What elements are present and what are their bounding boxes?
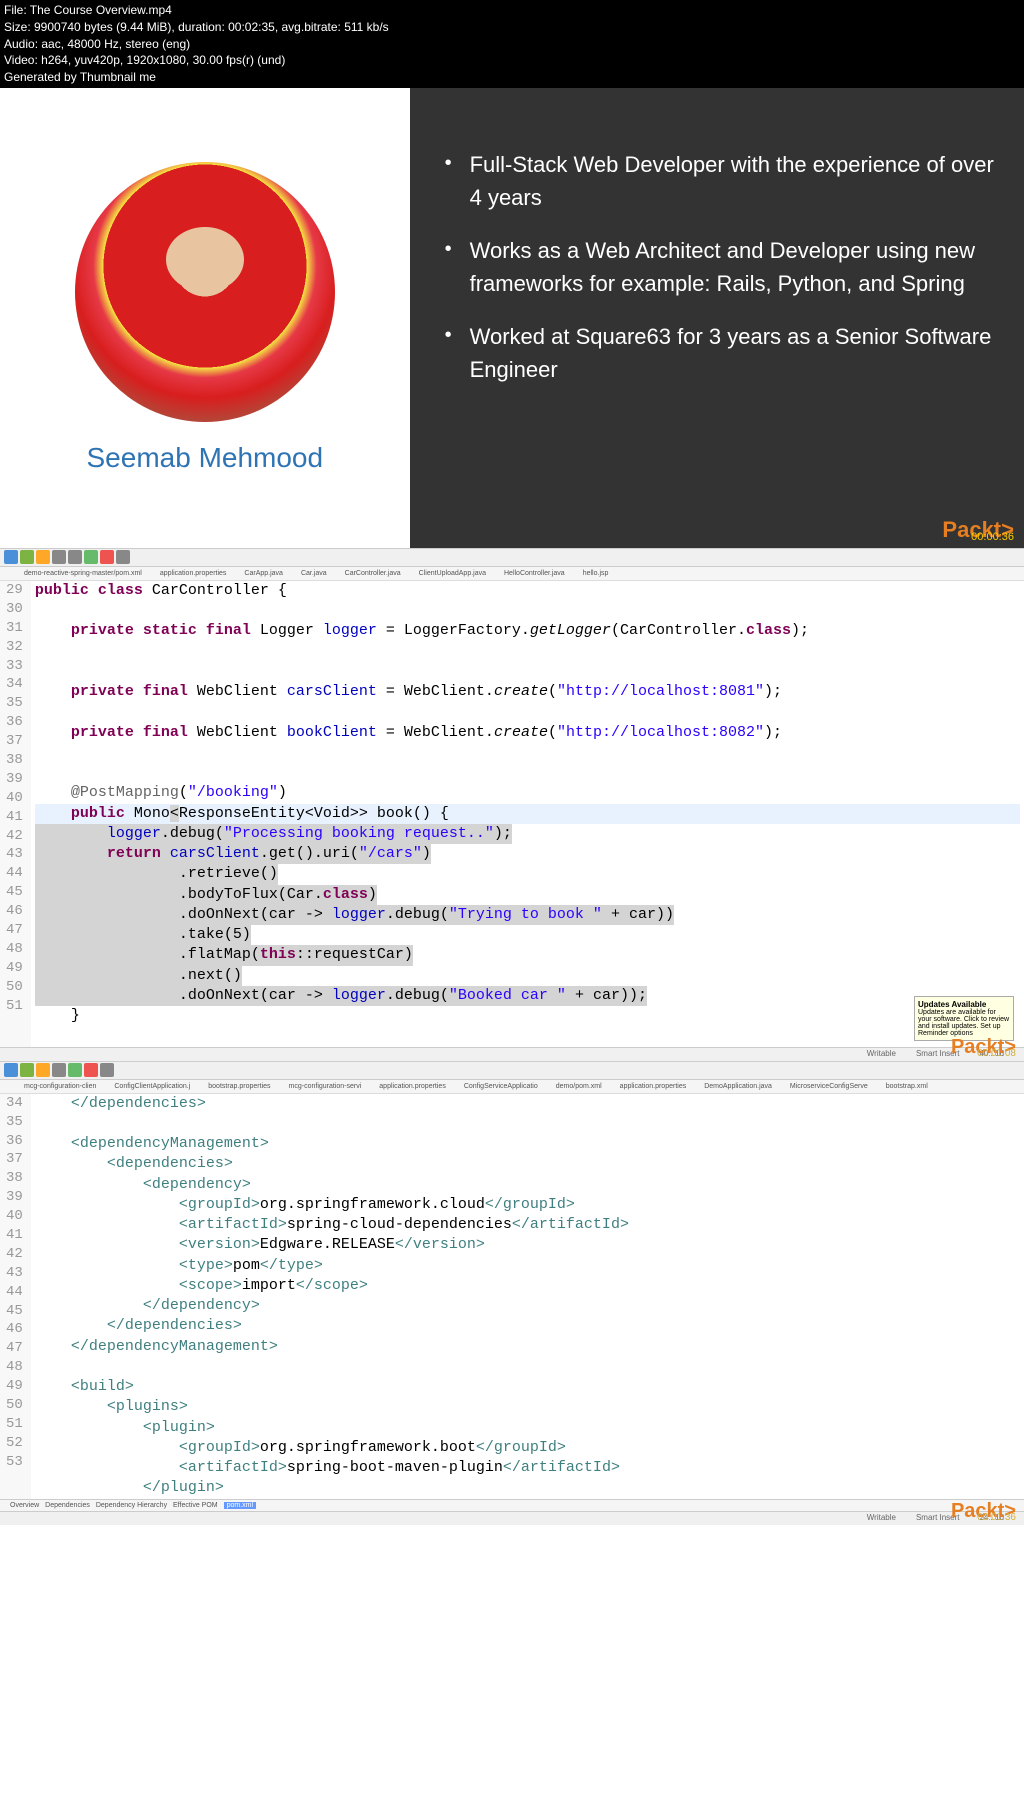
- editor-tab[interactable]: ConfigClientApplication.j: [110, 1082, 194, 1091]
- video-metadata-header: File: The Course Overview.mp4 Size: 9900…: [0, 0, 1024, 88]
- video-line: Video: h264, yuv420p, 1920x1080, 30.00 f…: [4, 52, 1020, 69]
- editor-tab[interactable]: ClientUploadApp.java: [415, 569, 490, 578]
- editor-tab[interactable]: CarController.java: [341, 569, 405, 578]
- bullet-item: Full-Stack Web Developer with the experi…: [440, 148, 994, 214]
- pom-editor-tabs[interactable]: Overview Dependencies Dependency Hierarc…: [0, 1499, 1024, 1511]
- editor-tabs[interactable]: demo-reactive-spring-master/pom.xml appli…: [0, 567, 1024, 581]
- editor-tab[interactable]: hello.jsp: [579, 569, 613, 578]
- toolbar-icon[interactable]: [36, 550, 50, 564]
- presenter-bullets: Full-Stack Web Developer with the experi…: [440, 148, 994, 386]
- editor-tab[interactable]: CarApp.java: [240, 569, 287, 578]
- toolbar-icon[interactable]: [52, 550, 66, 564]
- code-editor[interactable]: 29 30 31 32 33 34 35 36 37 38 39 40 41 4…: [0, 581, 1024, 1047]
- toolbar-icon[interactable]: [84, 1063, 98, 1077]
- status-writable: Writable: [867, 1049, 896, 1060]
- toolbar-icon[interactable]: [100, 550, 114, 564]
- ide-screenshot-1: demo-reactive-spring-master/pom.xml appli…: [0, 548, 1024, 1061]
- editor-tab[interactable]: application.properties: [616, 1082, 691, 1091]
- line-gutter: 29 30 31 32 33 34 35 36 37 38 39 40 41 4…: [0, 581, 31, 1047]
- editor-tab[interactable]: DemoApplication.java: [700, 1082, 776, 1091]
- editor-tab[interactable]: mcg-configuration-servi: [285, 1082, 366, 1091]
- popup-body: Updates are available for your software.…: [918, 1009, 1010, 1037]
- ide-statusbar: Writable Smart Insert 40 : 16: [0, 1047, 1024, 1061]
- toolbar-icon[interactable]: [20, 1063, 34, 1077]
- editor-tab[interactable]: demo/pom.xml: [552, 1082, 606, 1091]
- status-writable: Writable: [867, 1513, 896, 1524]
- toolbar-icon[interactable]: [68, 550, 82, 564]
- slide-left-panel: Seemab Mehmood: [0, 88, 410, 548]
- editor-tab[interactable]: MicroserviceConfigServe: [786, 1082, 872, 1091]
- editor-tabs[interactable]: mcg-configuration-clien ConfigClientAppli…: [0, 1080, 1024, 1094]
- toolbar-icon[interactable]: [4, 550, 18, 564]
- file-line: File: The Course Overview.mp4: [4, 2, 1020, 19]
- slide-right-panel: Full-Stack Web Developer with the experi…: [410, 88, 1024, 548]
- bullet-item: Works as a Web Architect and Developer u…: [440, 234, 994, 300]
- toolbar-icon[interactable]: [84, 550, 98, 564]
- editor-tab[interactable]: application.properties: [375, 1082, 450, 1091]
- editor-tab[interactable]: ConfigServiceApplicatio: [460, 1082, 542, 1091]
- presenter-slide: Seemab Mehmood Full-Stack Web Developer …: [0, 88, 1024, 548]
- pom-tab[interactable]: Effective POM: [173, 1502, 218, 1509]
- toolbar-icon[interactable]: [100, 1063, 114, 1077]
- slide-timestamp: 00:00:36: [971, 531, 1014, 543]
- bullet-item: Worked at Square63 for 3 years as a Seni…: [440, 320, 994, 386]
- pom-tab-active[interactable]: pom.xml: [224, 1502, 256, 1509]
- editor-tab[interactable]: Car.java: [297, 569, 331, 578]
- updates-popup[interactable]: Updates Available Updates are available …: [914, 996, 1014, 1041]
- ide-toolbar[interactable]: [0, 1062, 1024, 1080]
- line-gutter: 34 35 36 37 38 39 40 41 42 43 44 45 46 4…: [0, 1094, 31, 1499]
- code-content[interactable]: </dependencies> <dependencyManagement> <…: [31, 1094, 1024, 1499]
- code-content[interactable]: public class CarController { private sta…: [31, 581, 1024, 1047]
- ide-toolbar[interactable]: [0, 549, 1024, 567]
- toolbar-icon[interactable]: [116, 550, 130, 564]
- size-line: Size: 9900740 bytes (9.44 MiB), duration…: [4, 19, 1020, 36]
- presenter-name: Seemab Mehmood: [87, 442, 324, 474]
- pom-tab[interactable]: Dependency Hierarchy: [96, 1502, 167, 1509]
- presenter-avatar: [75, 162, 335, 422]
- frame-timestamp: 00:01:08: [977, 1048, 1016, 1059]
- editor-tab[interactable]: mcg-configuration-clien: [20, 1082, 100, 1091]
- editor-tab[interactable]: HelloController.java: [500, 569, 569, 578]
- popup-title: Updates Available: [918, 1000, 1010, 1009]
- toolbar-icon[interactable]: [68, 1063, 82, 1077]
- pom-tab[interactable]: Dependencies: [45, 1502, 90, 1509]
- generated-line: Generated by Thumbnail me: [4, 69, 1020, 86]
- pom-tab[interactable]: Overview: [10, 1502, 39, 1509]
- audio-line: Audio: aac, 48000 Hz, stereo (eng): [4, 36, 1020, 53]
- ide-screenshot-2: mcg-configuration-clien ConfigClientAppli…: [0, 1061, 1024, 1525]
- toolbar-icon[interactable]: [4, 1063, 18, 1077]
- editor-tab[interactable]: bootstrap.xml: [882, 1082, 932, 1091]
- toolbar-icon[interactable]: [36, 1063, 50, 1077]
- ide-statusbar: Writable Smart Insert 24 : 10: [0, 1511, 1024, 1525]
- editor-tab[interactable]: bootstrap.properties: [204, 1082, 274, 1091]
- frame-timestamp: 00:01:36: [977, 1512, 1016, 1523]
- editor-tab[interactable]: demo-reactive-spring-master/pom.xml: [20, 569, 146, 578]
- toolbar-icon[interactable]: [52, 1063, 66, 1077]
- editor-tab[interactable]: application.properties: [156, 569, 231, 578]
- code-editor[interactable]: 34 35 36 37 38 39 40 41 42 43 44 45 46 4…: [0, 1094, 1024, 1499]
- toolbar-icon[interactable]: [20, 550, 34, 564]
